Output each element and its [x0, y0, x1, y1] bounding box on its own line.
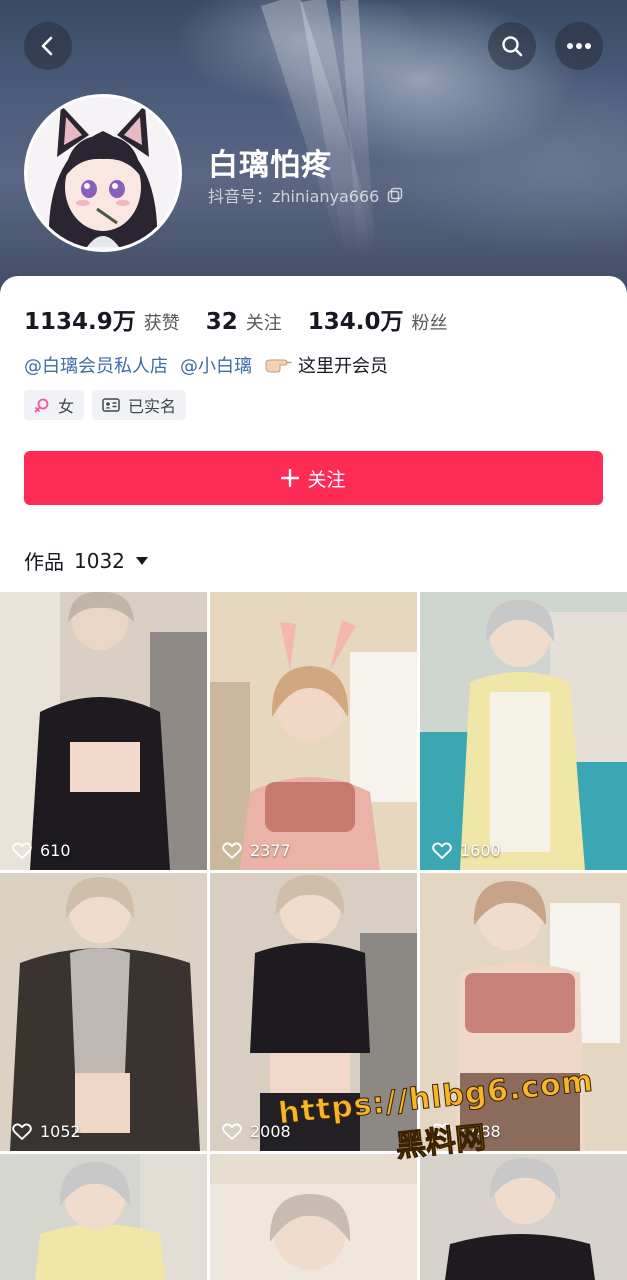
stat-followers-value: 134.0万	[307, 309, 404, 335]
heart-icon	[432, 842, 452, 859]
video-like-value: 1052	[40, 1122, 81, 1141]
heart-icon	[222, 1123, 242, 1140]
stat-likes[interactable]: 1134.9万 获赞	[24, 302, 180, 336]
verified-tag: 已实名	[92, 390, 187, 420]
video-thumbnail-image	[0, 873, 207, 1151]
more-dots-icon	[567, 43, 591, 49]
verified-label: 已实名	[128, 397, 177, 416]
follow-button-label: 关注	[307, 468, 346, 491]
bio-text-row: 这里开会员	[264, 352, 388, 378]
video-thumbnail-image	[0, 592, 207, 870]
video-thumbnail[interactable]	[420, 1154, 627, 1280]
video-thumbnail-image	[420, 1154, 627, 1280]
video-thumbnail-image	[210, 592, 417, 870]
chevron-left-icon	[41, 36, 53, 56]
video-like-count: 1600	[432, 841, 501, 860]
back-button[interactable]	[24, 22, 72, 70]
female-icon	[34, 398, 49, 413]
gender-label: 女	[58, 397, 75, 416]
id-card-icon	[102, 398, 120, 412]
douyin-id-label: 抖音号：	[208, 187, 273, 206]
video-thumbnail[interactable]: 1052	[0, 873, 207, 1151]
video-thumbnail[interactable]: 1600	[420, 592, 627, 870]
stat-following-label: 关注	[245, 313, 282, 334]
video-like-count: 2377	[222, 841, 291, 860]
video-like-count: 1052	[12, 1122, 81, 1141]
video-thumbnail-image	[0, 1154, 207, 1280]
works-label: 作品	[24, 550, 64, 574]
avatar[interactable]	[24, 94, 182, 252]
video-thumbnail[interactable]: 610	[0, 592, 207, 870]
bio-mention-user[interactable]: @小白璃	[180, 352, 252, 378]
bio-mention-shop[interactable]: @白璃会员私人店	[24, 352, 168, 378]
search-button[interactable]	[488, 22, 536, 70]
profile-bio: @白璃会员私人店 @小白璃 这里开会员	[24, 352, 388, 378]
stat-following-value: 32	[205, 309, 238, 335]
pointing-hand-icon	[265, 359, 292, 373]
follow-button[interactable]: 关注	[24, 451, 603, 505]
video-like-value: 2377	[250, 841, 291, 860]
video-like-value: 610	[40, 841, 71, 860]
profile-stats: 1134.9万 获赞 32 关注 134.0万 粉丝	[24, 302, 474, 336]
avatar-illustration	[27, 97, 179, 249]
caret-down-icon	[135, 556, 148, 565]
stat-followers[interactable]: 134.0万 粉丝	[308, 302, 448, 336]
heart-icon	[12, 842, 32, 859]
stat-likes-label: 获赞	[143, 313, 180, 334]
stat-followers-label: 粉丝	[411, 313, 448, 334]
gender-tag: 女	[24, 390, 85, 420]
heart-icon	[12, 1123, 32, 1140]
search-icon	[502, 36, 523, 57]
video-like-value: 1600	[460, 841, 501, 860]
heart-icon	[222, 842, 242, 859]
bio-text: 这里开会员	[298, 356, 388, 377]
works-tab[interactable]: 作品 1032	[24, 546, 149, 575]
douyin-id-value: zhinianya666	[272, 187, 380, 206]
douyin-id-text: 抖音号：zhinianya666	[208, 183, 379, 207]
video-thumbnail[interactable]	[0, 1154, 207, 1280]
plus-icon	[281, 469, 300, 487]
stat-following[interactable]: 32 关注	[206, 309, 282, 335]
profile-tags: 女 已实名	[24, 390, 187, 420]
video-like-count: 610	[12, 841, 71, 860]
douyin-id-row: 抖音号：zhinianya666	[208, 183, 403, 207]
profile-nickname: 白璃怕疼	[208, 148, 332, 183]
more-options-button[interactable]	[555, 22, 603, 70]
video-thumbnail-image	[420, 592, 627, 870]
stat-likes-value: 1134.9万	[24, 309, 136, 335]
copy-icon[interactable]	[387, 187, 403, 203]
video-thumbnail[interactable]: 2377	[210, 592, 417, 870]
works-count: 1032	[74, 548, 125, 573]
